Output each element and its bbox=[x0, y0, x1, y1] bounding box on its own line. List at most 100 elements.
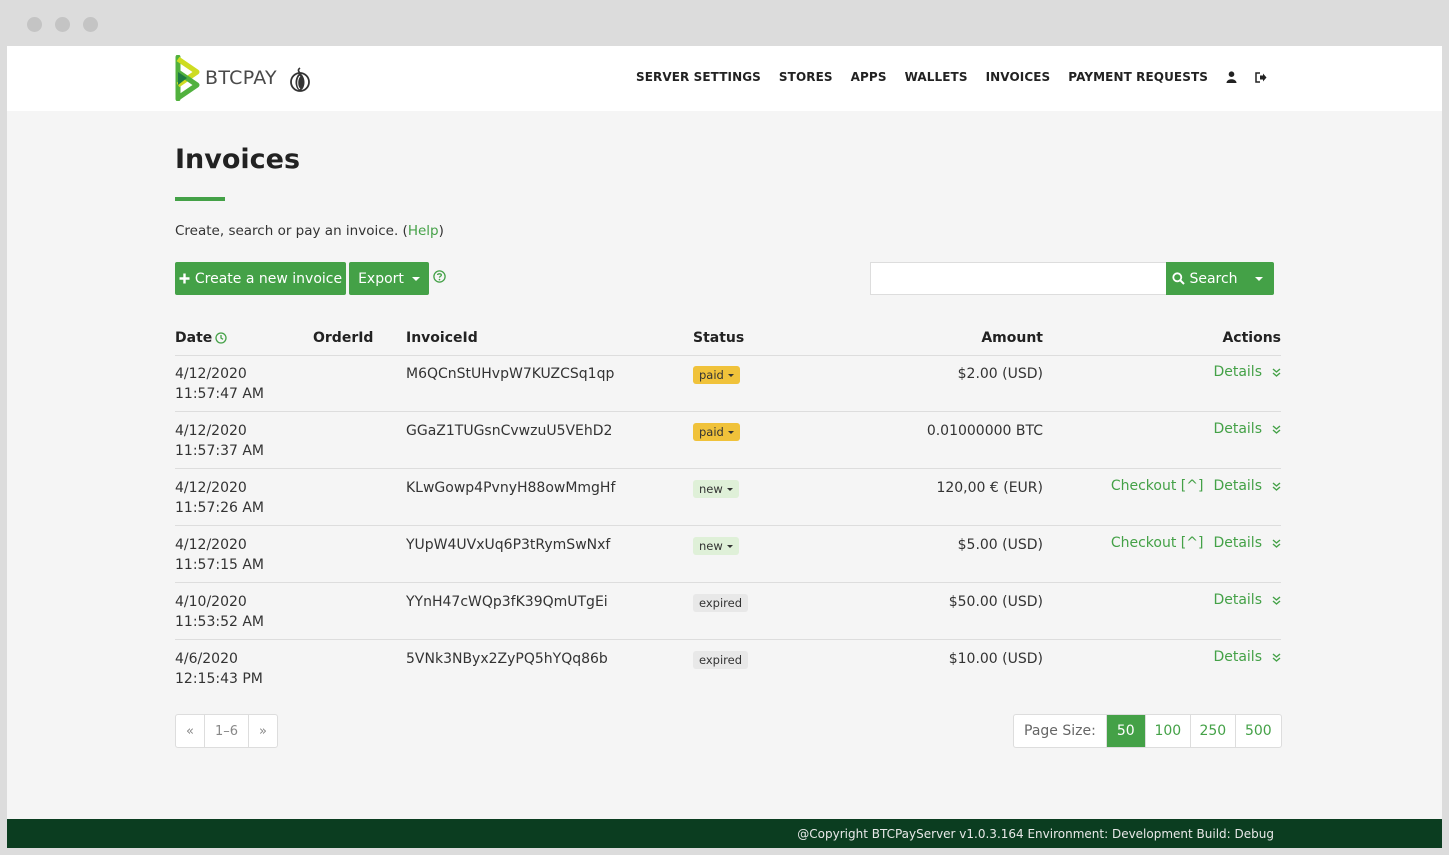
status-label: paid bbox=[699, 425, 724, 439]
status-label: expired bbox=[699, 653, 743, 667]
table-row: 4/12/2020 11:57:15 AM YUpW4UVxUq6P3tRymS… bbox=[175, 526, 1281, 583]
pager-range[interactable]: 1–6 bbox=[205, 715, 250, 747]
chevron-double-down-icon[interactable] bbox=[1272, 595, 1281, 605]
chevron-double-down-icon[interactable] bbox=[1272, 481, 1281, 491]
intro-text-end: ) bbox=[438, 223, 444, 239]
search-input[interactable] bbox=[870, 262, 1167, 295]
tor-onion-icon bbox=[290, 67, 310, 92]
checkout-link[interactable]: Checkout [^] bbox=[1111, 478, 1204, 494]
column-header-actions: Actions bbox=[1222, 330, 1281, 346]
search-icon bbox=[1172, 272, 1186, 285]
caret-down-icon bbox=[726, 544, 733, 548]
details-link[interactable]: Details bbox=[1213, 649, 1262, 665]
invoice-date: 4/12/2020 11:57:15 AM bbox=[175, 537, 264, 573]
page-size-option-500[interactable]: 500 bbox=[1236, 715, 1281, 747]
user-icon[interactable] bbox=[1226, 71, 1237, 83]
nav-invoices[interactable]: INVOICES bbox=[986, 70, 1051, 84]
status-label: expired bbox=[699, 596, 743, 610]
table-row: 4/6/2020 12:15:43 PM 5VNk3NByx2ZyPQ5hYQq… bbox=[175, 640, 1281, 697]
title-underline bbox=[175, 197, 225, 201]
row-actions: Checkout [^] Details bbox=[1101, 535, 1281, 551]
logout-icon[interactable] bbox=[1255, 71, 1267, 83]
checkout-link[interactable]: Checkout [^] bbox=[1111, 535, 1204, 551]
column-header-status: Status bbox=[693, 330, 745, 346]
chevron-double-down-icon[interactable] bbox=[1272, 367, 1281, 377]
details-link[interactable]: Details bbox=[1213, 364, 1262, 380]
nav-server-settings[interactable]: SERVER SETTINGS bbox=[636, 70, 761, 84]
row-actions: Details bbox=[1203, 421, 1281, 437]
details-link[interactable]: Details bbox=[1213, 535, 1262, 551]
main-nav: SERVER SETTINGS STORES APPS WALLETS INVO… bbox=[618, 70, 1267, 84]
search-options-toggle[interactable] bbox=[1244, 262, 1274, 295]
caret-down-icon bbox=[727, 373, 734, 377]
export-label: Export bbox=[358, 270, 404, 287]
page-size-label: Page Size: bbox=[1014, 715, 1107, 747]
invoice-id: M6QCnStUHvpW7KUZCSq1qp bbox=[406, 366, 615, 382]
window-close-dot[interactable] bbox=[27, 17, 42, 32]
invoice-date: 4/12/2020 11:57:26 AM bbox=[175, 480, 264, 516]
column-header-orderid: OrderId bbox=[313, 330, 374, 346]
nav-stores[interactable]: STORES bbox=[779, 70, 833, 84]
invoice-amount: 120,00 € (EUR) bbox=[936, 480, 1043, 496]
window-maximize-dot[interactable] bbox=[83, 17, 98, 32]
brand-logo[interactable]: BTCPAY bbox=[175, 55, 311, 101]
top-navbar: BTCPAY SERVER SETTINGS STORES APPS WALLE… bbox=[7, 46, 1442, 111]
invoice-id: YYnH47cWQp3fK39QmUTgEi bbox=[406, 594, 608, 610]
invoice-id: GGaZ1TUGsnCvwzuU5VEhD2 bbox=[406, 423, 613, 439]
footer-copyright: @Copyright BTCPayServer v1.0.3.164 Envir… bbox=[797, 827, 1274, 841]
browser-chrome bbox=[0, 0, 1449, 46]
status-badge: expired bbox=[693, 594, 749, 612]
brand-name: BTCPAY bbox=[205, 67, 277, 89]
status-badge[interactable]: new bbox=[693, 480, 739, 498]
invoice-date: 4/6/2020 12:15:43 PM bbox=[175, 651, 263, 687]
window-minimize-dot[interactable] bbox=[55, 17, 70, 32]
page-size-option-250[interactable]: 250 bbox=[1191, 715, 1236, 747]
export-dropdown-button[interactable]: Export bbox=[349, 262, 429, 295]
search-label: Search bbox=[1189, 270, 1238, 287]
details-link[interactable]: Details bbox=[1213, 421, 1262, 437]
status-badge[interactable]: paid bbox=[693, 423, 740, 441]
nav-wallets[interactable]: WALLETS bbox=[905, 70, 968, 84]
chevron-double-down-icon[interactable] bbox=[1272, 538, 1281, 548]
status-badge[interactable]: new bbox=[693, 537, 739, 555]
invoice-id: 5VNk3NByx2ZyPQ5hYQq86b bbox=[406, 651, 608, 667]
status-badge[interactable]: paid bbox=[693, 366, 740, 384]
caret-down-icon bbox=[726, 487, 733, 491]
help-question-icon[interactable] bbox=[433, 270, 446, 287]
pager-next-button[interactable]: » bbox=[249, 715, 277, 747]
caret-down-icon bbox=[727, 430, 734, 434]
pagination: « 1–6 » bbox=[175, 714, 278, 748]
table-row: 4/12/2020 11:57:47 AM M6QCnStUHvpW7KUZCS… bbox=[175, 355, 1281, 412]
invoice-amount: 0.01000000 BTC bbox=[926, 423, 1043, 439]
intro-text: Create, search or pay an invoice. ( bbox=[175, 223, 408, 239]
invoice-id: KLwGowp4PvnyH88owMmgHf bbox=[406, 480, 616, 496]
invoice-amount: $50.00 (USD) bbox=[948, 594, 1043, 610]
invoice-amount: $5.00 (USD) bbox=[957, 537, 1043, 553]
app-window: BTCPAY SERVER SETTINGS STORES APPS WALLE… bbox=[7, 46, 1442, 848]
nav-apps[interactable]: APPS bbox=[851, 70, 887, 84]
row-actions: Details bbox=[1203, 649, 1281, 665]
status-label: new bbox=[699, 482, 723, 496]
help-link[interactable]: Help bbox=[408, 223, 439, 239]
row-actions: Details bbox=[1203, 364, 1281, 380]
chevron-double-down-icon[interactable] bbox=[1272, 652, 1281, 662]
btcpay-logo-icon bbox=[175, 55, 200, 101]
page-size-selector: Page Size: 50 100 250 500 bbox=[1013, 714, 1282, 748]
page-size-option-100[interactable]: 100 bbox=[1146, 715, 1191, 747]
clock-icon[interactable] bbox=[215, 332, 227, 344]
create-invoice-button[interactable]: Create a new invoice bbox=[175, 262, 346, 295]
column-header-amount: Amount bbox=[981, 330, 1043, 346]
invoice-amount: $10.00 (USD) bbox=[948, 651, 1043, 667]
chevron-double-down-icon[interactable] bbox=[1272, 424, 1281, 434]
status-label: new bbox=[699, 539, 723, 553]
search-button[interactable]: Search bbox=[1166, 262, 1244, 295]
invoice-amount: $2.00 (USD) bbox=[957, 366, 1043, 382]
row-actions: Checkout [^] Details bbox=[1101, 478, 1281, 494]
page-size-option-50[interactable]: 50 bbox=[1106, 715, 1146, 747]
column-header-date[interactable]: Date bbox=[175, 330, 227, 346]
details-link[interactable]: Details bbox=[1213, 478, 1262, 494]
nav-payment-requests[interactable]: PAYMENT REQUESTS bbox=[1068, 70, 1208, 84]
invoice-date: 4/12/2020 11:57:37 AM bbox=[175, 423, 264, 459]
details-link[interactable]: Details bbox=[1213, 592, 1262, 608]
pager-prev-button[interactable]: « bbox=[176, 715, 205, 747]
